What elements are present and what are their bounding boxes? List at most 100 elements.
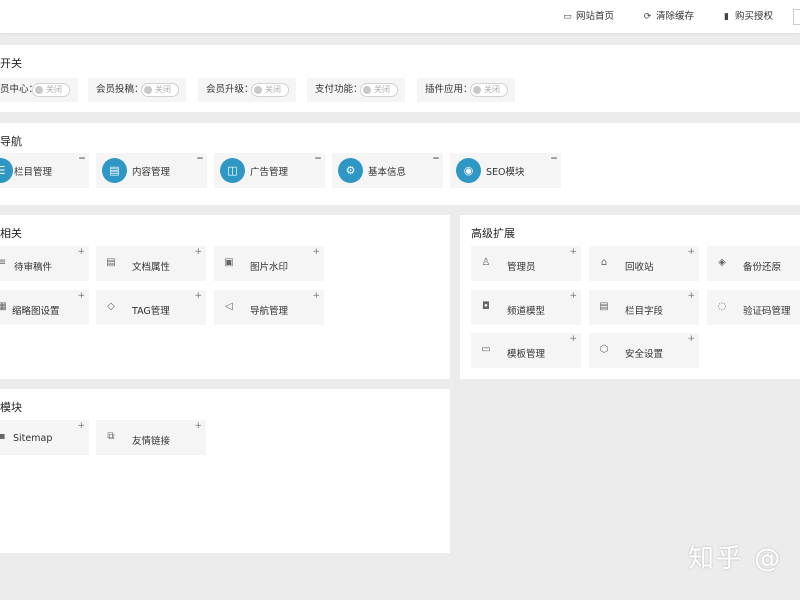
switch-label: 会员投稿：	[96, 84, 144, 95]
toggle-member-submit[interactable]: 关闭	[141, 83, 179, 97]
card-label: 导航管理	[250, 306, 289, 317]
tag-icon: ◇	[107, 301, 115, 312]
site-home-link[interactable]: ▭ 网站首页	[562, 11, 614, 23]
card-channel-model[interactable]: ◘ 频道模型 +	[471, 290, 581, 325]
security-icon: ⬡	[599, 344, 609, 355]
nav-card-label: 栏目管理	[14, 167, 53, 178]
collapse-icon[interactable]: −	[314, 155, 322, 164]
card-security-settings[interactable]: ⬡ 安全设置 +	[589, 333, 699, 368]
buy-license-label: 购买授权	[735, 11, 774, 22]
toggle-plugin[interactable]: 关闭	[470, 83, 508, 97]
card-label: 备份还原	[743, 262, 782, 273]
card-image-watermark[interactable]: ▣ 图片水印 +	[214, 246, 324, 281]
top-bar: ▭ 网站首页 ⟳ 清除缓存 ▮ 购买授权	[0, 0, 800, 34]
collapse-icon[interactable]: −	[196, 155, 204, 164]
collapse-icon[interactable]: −	[550, 155, 558, 164]
toggle-member-upgrade[interactable]: 关闭	[251, 83, 289, 97]
add-icon[interactable]: +	[194, 422, 202, 431]
toggle-knob	[363, 86, 371, 94]
card-label: Sitemap	[13, 433, 53, 444]
document-icon: ▤	[102, 158, 127, 183]
tv-icon: ◘	[482, 301, 490, 312]
site-home-label: 网站首页	[576, 11, 615, 22]
card-recycle-bin[interactable]: ⌂ 回收站 +	[589, 246, 699, 281]
nav-card-content[interactable]: ▤ 内容管理 −	[96, 153, 207, 188]
switch-label: 插件应用：	[425, 84, 473, 95]
switch-member-submit: 会员投稿： 关闭	[88, 78, 186, 102]
add-icon[interactable]: +	[687, 292, 695, 301]
card-label: 管理员	[507, 262, 536, 273]
card-label: 安全设置	[625, 349, 664, 360]
card-sitemap[interactable]: ▪ Sitemap +	[0, 420, 89, 455]
card-pending-review[interactable]: ≡ 待审稿件 +	[0, 246, 89, 281]
add-icon[interactable]: +	[569, 248, 577, 257]
template-icon: ▭	[481, 344, 491, 355]
nav-card-basic-info[interactable]: ⚙ 基本信息 −	[332, 153, 443, 188]
toggle-state: 关闭	[265, 85, 281, 94]
navigation-icon: ◁	[225, 301, 233, 312]
overflow-button[interactable]	[793, 9, 800, 25]
card-navigation-management[interactable]: ◁ 导航管理 +	[214, 290, 324, 325]
refresh-icon: ⟳	[643, 12, 652, 22]
card-backup-restore[interactable]: ◈ 备份还原 +	[707, 246, 800, 281]
toggle-state: 关闭	[155, 85, 171, 94]
add-icon[interactable]: +	[687, 248, 695, 257]
seo-icon: ◉	[456, 158, 481, 183]
switch-member-upgrade: 会员升级： 关闭	[198, 78, 296, 102]
shield-icon: ◌	[717, 301, 727, 312]
card-column-fields[interactable]: ▤ 栏目字段 +	[589, 290, 699, 325]
card-friend-links[interactable]: ⧉ 友情链接 +	[96, 420, 206, 455]
nav-card-seo[interactable]: ◉ SEO模块 −	[450, 153, 561, 188]
card-thumbnail-settings[interactable]: ▦ 缩略图设置 +	[0, 290, 89, 325]
nav-card-column[interactable]: ☰ 栏目管理 −	[0, 153, 89, 188]
switch-label: 会员升级：	[206, 84, 254, 95]
monitor-icon: ▭	[563, 12, 572, 22]
card-template-management[interactable]: ▭ 模板管理 +	[471, 333, 581, 368]
add-icon[interactable]: +	[687, 335, 695, 344]
add-icon[interactable]: +	[194, 248, 202, 257]
switch-member-center: 员中心： 关闭	[0, 78, 78, 102]
add-icon[interactable]: +	[77, 422, 85, 431]
switch-payment: 支付功能： 关闭	[307, 78, 405, 102]
switch-label: 支付功能：	[315, 84, 363, 95]
card-label: 频道模型	[507, 306, 546, 317]
card-label: 验证码管理	[743, 306, 791, 317]
toggle-knob	[35, 86, 43, 94]
collapse-icon[interactable]: −	[432, 155, 440, 164]
card-captcha-management[interactable]: ◌ 验证码管理 +	[707, 290, 800, 325]
add-icon[interactable]: +	[312, 292, 320, 301]
toggle-state: 关闭	[374, 85, 390, 94]
user-icon: ♙	[481, 257, 491, 268]
sitemap-icon: ▪	[0, 431, 6, 442]
add-icon[interactable]: +	[77, 292, 85, 301]
list-icon: ≡	[0, 257, 7, 268]
card-doc-attributes[interactable]: ▤ 文档属性 +	[96, 246, 206, 281]
buy-license-link[interactable]: ▮ 购买授权	[721, 11, 773, 23]
clear-cache-link[interactable]: ⟳ 清除缓存	[642, 11, 694, 23]
backup-icon: ◈	[718, 257, 726, 268]
toggle-payment[interactable]: 关闭	[360, 83, 398, 97]
card-label: 待审稿件	[14, 262, 53, 273]
add-icon[interactable]: +	[569, 292, 577, 301]
card-label: 文档属性	[132, 262, 171, 273]
toggle-state: 关闭	[484, 85, 500, 94]
card-label: TAG管理	[132, 306, 170, 317]
add-icon[interactable]: +	[569, 335, 577, 344]
add-icon[interactable]: +	[194, 292, 202, 301]
card-tag-management[interactable]: ◇ TAG管理 +	[96, 290, 206, 325]
collapse-icon[interactable]: −	[78, 155, 86, 164]
recycle-icon: ⌂	[600, 257, 608, 268]
toggle-knob	[144, 86, 152, 94]
card-label: 栏目字段	[625, 306, 664, 317]
nav-panel-title: 导航	[0, 135, 22, 148]
card-label: 友情链接	[132, 436, 171, 447]
add-icon[interactable]: +	[77, 248, 85, 257]
toggle-state: 关闭	[46, 85, 62, 94]
nav-card-ads[interactable]: ◫ 广告管理 −	[214, 153, 325, 188]
thumbnail-icon: ▦	[0, 301, 7, 312]
image-icon: ▣	[224, 257, 234, 268]
switch-plugin: 插件应用： 关闭	[417, 78, 515, 102]
card-administrator[interactable]: ♙ 管理员 +	[471, 246, 581, 281]
add-icon[interactable]: +	[312, 248, 320, 257]
toggle-member-center[interactable]: 关闭	[32, 83, 70, 97]
